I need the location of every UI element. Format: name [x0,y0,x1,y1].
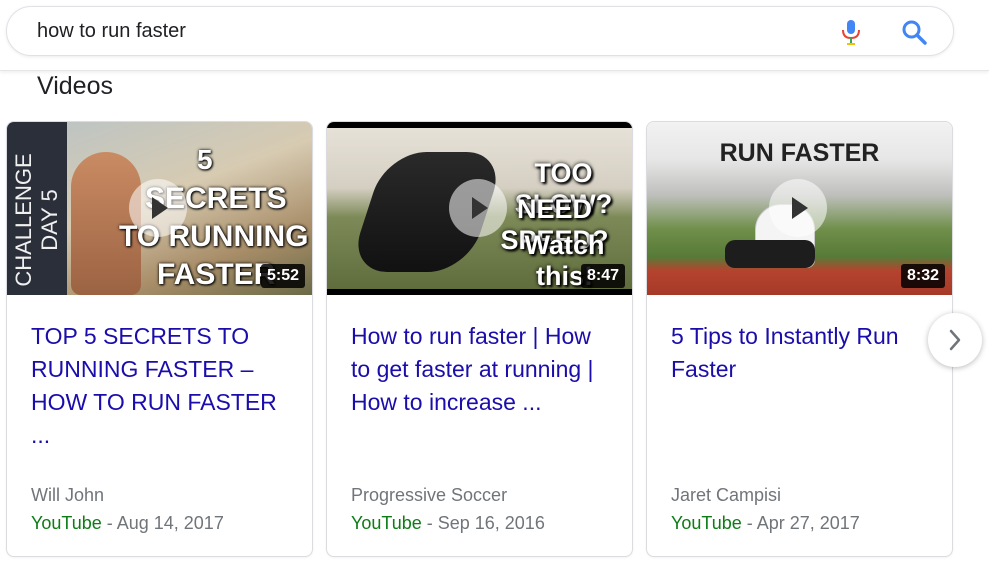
magnifier-icon[interactable] [901,19,927,45]
video-card[interactable]: CHALLENGE DAY 5 5 SECRETS TO RUNNING FAS… [6,121,313,557]
video-author: Progressive Soccer [351,485,508,505]
video-title[interactable]: TOP 5 SECRETS TO RUNNING FASTER – HOW TO… [31,320,291,452]
microphone-icon[interactable] [839,19,863,45]
video-meta: YouTube - Apr 27, 2017 [671,513,860,534]
carousel-next-button[interactable] [928,313,982,367]
video-source: YouTube [671,513,742,533]
search-header: how to run faster [0,0,989,71]
play-icon[interactable] [769,179,827,237]
video-author: Jaret Campisi [671,485,782,505]
thumbnail-side-text: CHALLENGE DAY 5 [11,153,62,287]
letterbox-top [327,122,632,128]
video-meta: YouTube - Aug 14, 2017 [31,513,224,534]
search-box[interactable]: how to run faster [6,6,954,56]
video-date: - Apr 27, 2017 [741,513,860,533]
thumbnail-text: FASTER [157,258,276,291]
video-card[interactable]: RUN FASTER 8:32 5 Tips to Instantly Run … [646,121,953,557]
runner-legs [725,240,815,268]
chevron-right-icon [949,329,961,351]
section-title: Videos [37,72,113,100]
video-meta: YouTube - Sep 16, 2016 [351,513,545,534]
video-author: Will John [31,485,105,505]
play-icon[interactable] [129,179,187,237]
video-source: YouTube [351,513,422,533]
play-icon[interactable] [449,179,507,237]
video-title[interactable]: How to run faster | How to get faster at… [351,320,611,419]
video-date: - Sep 16, 2016 [421,513,545,533]
video-thumbnail[interactable]: CHALLENGE DAY 5 5 SECRETS TO RUNNING FAS… [7,122,312,295]
video-source: YouTube [31,513,102,533]
video-thumbnail[interactable]: TOO SLOW? NEED SPEED? Watch this! 8:47 [327,122,632,295]
video-thumbnail[interactable]: RUN FASTER 8:32 [647,122,952,295]
video-title[interactable]: 5 Tips to Instantly Run Faster [671,320,931,386]
search-query[interactable]: how to run faster [37,20,186,43]
video-card[interactable]: TOO SLOW? NEED SPEED? Watch this! 8:47 H… [326,121,633,557]
video-duration: 5:52 [260,264,305,288]
thumbnail-text: RUN FASTER [719,139,880,167]
thumbnail-text: 5 [197,144,213,175]
video-date: - Aug 14, 2017 [101,513,224,533]
video-duration: 8:47 [580,264,625,288]
video-duration: 8:32 [900,264,945,288]
